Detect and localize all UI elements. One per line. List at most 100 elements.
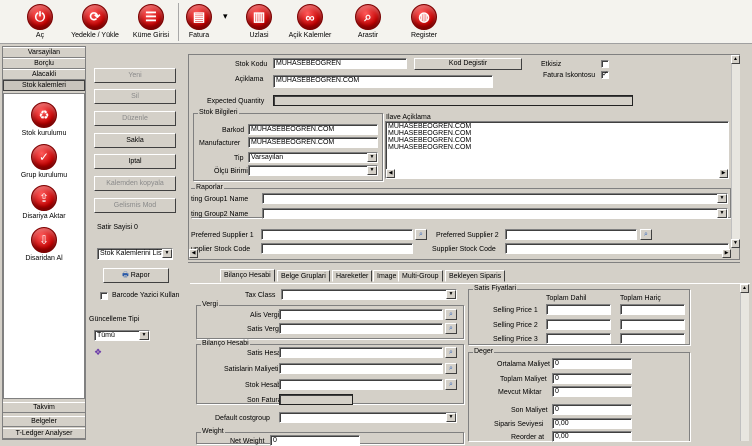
satis-hesabi-input[interactable] [279, 347, 443, 358]
reporting-group2-select[interactable]: ▼ [262, 208, 728, 219]
manufacturer-input[interactable]: MUHASEBEOGREN.COM [248, 137, 378, 148]
etkisiz-checkbox[interactable] [601, 60, 609, 68]
tax-class-select[interactable]: ▼ [281, 289, 457, 300]
tb-ac-button[interactable]: ⏻ Aç [24, 1, 56, 43]
tool-grup-kurulumu[interactable]: Grup kurulumu [4, 172, 84, 179]
reporting-group1-select[interactable]: ▼ [262, 193, 728, 204]
olcu-birimi-select[interactable]: ▼ [248, 165, 378, 176]
mevcut-miktar-input[interactable]: 0 [552, 386, 632, 397]
scroll-up-icon[interactable]: ▲ [740, 284, 749, 293]
selling-price2-dahil-input[interactable] [546, 319, 611, 330]
tb-acik-kalemler-button[interactable]: ∞ Açik Kalemler [285, 1, 335, 43]
sidebar-item-t-ledger[interactable]: T-Ledger Analyser [3, 428, 85, 439]
guncelleme-select[interactable]: Tümü ▼ [94, 330, 150, 341]
yeni-button[interactable]: Yeni [94, 68, 176, 83]
alis-vergisi-input[interactable] [279, 309, 443, 320]
sidebar-item-varsayilan[interactable]: Varsayilan [3, 47, 85, 58]
son-maliyet-input[interactable]: 0 [552, 404, 632, 415]
selling-price3-dahil-input[interactable] [546, 333, 611, 344]
sidebar-item-borclu[interactable]: Borçlu [3, 58, 85, 69]
kalemden-kopyala-button[interactable]: Kalemden kopyala [94, 176, 176, 191]
selling-price3-haric-input[interactable] [620, 333, 685, 344]
ilave-aciklama-textarea[interactable]: MUHASEBEOGREN.COM MUHASEBEOGREN.COM MUHA… [385, 121, 729, 179]
ortalama-maliyet-input[interactable]: 0 [552, 358, 632, 369]
scroll-right-icon[interactable]: ▶ [719, 169, 728, 178]
tb-fatura-button[interactable]: ▤ Fatura [183, 1, 215, 43]
iptal-button[interactable]: Iptal [94, 154, 176, 169]
ilave-line: MUHASEBEOGREN.COM [388, 144, 472, 151]
sidebar-item-takvim[interactable]: Takvim [3, 402, 85, 413]
tab-hareketler[interactable]: Hareketler [332, 270, 373, 282]
tip-select[interactable]: Varsayilan ▼ [248, 152, 378, 163]
alis-vergisi-lookup-icon[interactable]: ⌕ [445, 309, 457, 320]
tb-yedekle-button[interactable]: ⟳ Yedekle / Yükle [66, 1, 124, 43]
toolbar: ⏻ Aç ⟳ Yedekle / Yükle ☰ Küme Girisi ▤ Fatur… [0, 0, 752, 44]
tb-register-button[interactable]: ◍ Register [404, 1, 444, 43]
export-icon[interactable]: ⇪ [31, 185, 57, 211]
tool-disaridan-al[interactable]: Disaridan Al [4, 255, 84, 262]
satis-hesabi-lookup-icon[interactable]: ⌕ [445, 347, 457, 358]
selling-price2-haric-input[interactable] [620, 319, 685, 330]
satis-vergisi-lookup-icon[interactable]: ⌕ [445, 323, 457, 334]
rapor-button[interactable]: 🖶 Rapor [103, 268, 169, 283]
sil-button[interactable]: Sil [94, 89, 176, 104]
scroll-down-icon[interactable]: ▼ [731, 239, 740, 248]
import-icon[interactable]: ⇩ [31, 227, 57, 253]
satislarin-maliyeti-lookup-icon[interactable]: ⌕ [445, 363, 457, 374]
tab-belge-gruplari[interactable]: Belge Gruplari [277, 270, 330, 282]
sakla-button[interactable]: Sakla [94, 133, 176, 148]
aciklama-input[interactable]: MUHASEBEOGREN.COM [273, 75, 493, 88]
scroll-left-icon[interactable]: ◀ [386, 169, 395, 178]
tab-bilanco-hesabi[interactable]: Bilanço Hesabi [220, 269, 275, 282]
tool-disariya-aktar[interactable]: Disariya Aktar [4, 213, 84, 220]
supplier-stock-code1-input[interactable] [261, 243, 413, 254]
preferred-supplier1-input[interactable] [261, 229, 413, 240]
stok-liste-select[interactable]: Stok Kalemlerini Liste ▼ [97, 248, 173, 260]
form-vscrollbar[interactable]: ▲ ▼ [731, 55, 740, 248]
toplam-maliyet-label: Toplam Maliyet [500, 376, 547, 383]
duzenle-button[interactable]: Düzenle [94, 111, 176, 126]
gelismis-mod-button[interactable]: Gelismis Mod [94, 198, 176, 213]
manufacturer-label: Manufacturer [199, 140, 241, 147]
reorder-at-input[interactable]: 0,00 [552, 431, 632, 442]
hscroll-right-icon[interactable]: ▶ [722, 249, 731, 258]
fatura-dropdown-icon[interactable]: ▾ [223, 12, 228, 21]
siparis-seviyesi-input[interactable]: 0,00 [552, 418, 632, 429]
satis-vergisi-input[interactable] [279, 323, 443, 334]
barcode-checkbox[interactable] [100, 292, 108, 300]
tb-arastir-button[interactable]: ⌕ Arastir [352, 1, 384, 43]
preferred-supplier2-input[interactable] [505, 229, 637, 240]
tab-image[interactable]: Image [373, 270, 401, 282]
stok-kodu-input[interactable]: MUHASEBEOGREN [273, 58, 407, 69]
stok-hesabi-input[interactable] [279, 379, 443, 390]
recycle-icon[interactable]: ♻ [31, 102, 57, 128]
selling-price1-haric-input[interactable] [620, 304, 685, 315]
satislarin-maliyeti-input[interactable] [279, 363, 443, 374]
scroll-up-icon[interactable]: ▲ [731, 55, 740, 64]
hscroll-left-icon[interactable]: ◀ [189, 249, 198, 258]
tab-bekleyen-siparis[interactable]: Bekleyen Siparis [445, 270, 506, 282]
barkod-input[interactable]: MUHASEBEOGREN.COM [248, 124, 378, 135]
sidebar-item-stok-kalemleri[interactable]: Stok kalemleri [3, 80, 85, 91]
toplam-maliyet-input[interactable]: 0 [552, 373, 632, 384]
tb-uzlasi-button[interactable]: ▥ Uzlasi [243, 1, 275, 43]
supplier-stock-code2-input[interactable] [505, 243, 729, 254]
selling-price1-dahil-input[interactable] [546, 304, 611, 315]
stok-hesabi-lookup-icon[interactable]: ⌕ [445, 379, 457, 390]
net-weight-input[interactable]: 0 [270, 435, 360, 446]
splitter[interactable] [188, 262, 740, 263]
tab-multi-group[interactable]: Multi-Group [398, 270, 443, 282]
tb-kume-button[interactable]: ☰ Küme Girisi [130, 1, 172, 43]
tool-stok-kurulumu[interactable]: Stok kurulumu [4, 130, 84, 137]
supplier2-lookup-icon[interactable]: ⌕ [640, 229, 652, 240]
expected-quantity-label: Expected Quantity [207, 98, 265, 105]
check-document-icon[interactable]: ✓ [31, 144, 57, 170]
list-icon: ☰ [138, 4, 164, 30]
fatura-iskontosu-checkbox[interactable]: ✓ [601, 71, 609, 79]
default-costgroup-select[interactable]: ▼ [279, 412, 457, 423]
supplier1-lookup-icon[interactable]: ⌕ [415, 229, 427, 240]
kod-degistir-button[interactable]: Kod Degistir [414, 58, 522, 70]
sidebar-item-alacakli[interactable]: Alacakli [3, 69, 85, 80]
sidebar-item-belgeler[interactable]: Belgeler [3, 416, 85, 427]
tab-vscrollbar[interactable]: ▲ [740, 284, 749, 441]
